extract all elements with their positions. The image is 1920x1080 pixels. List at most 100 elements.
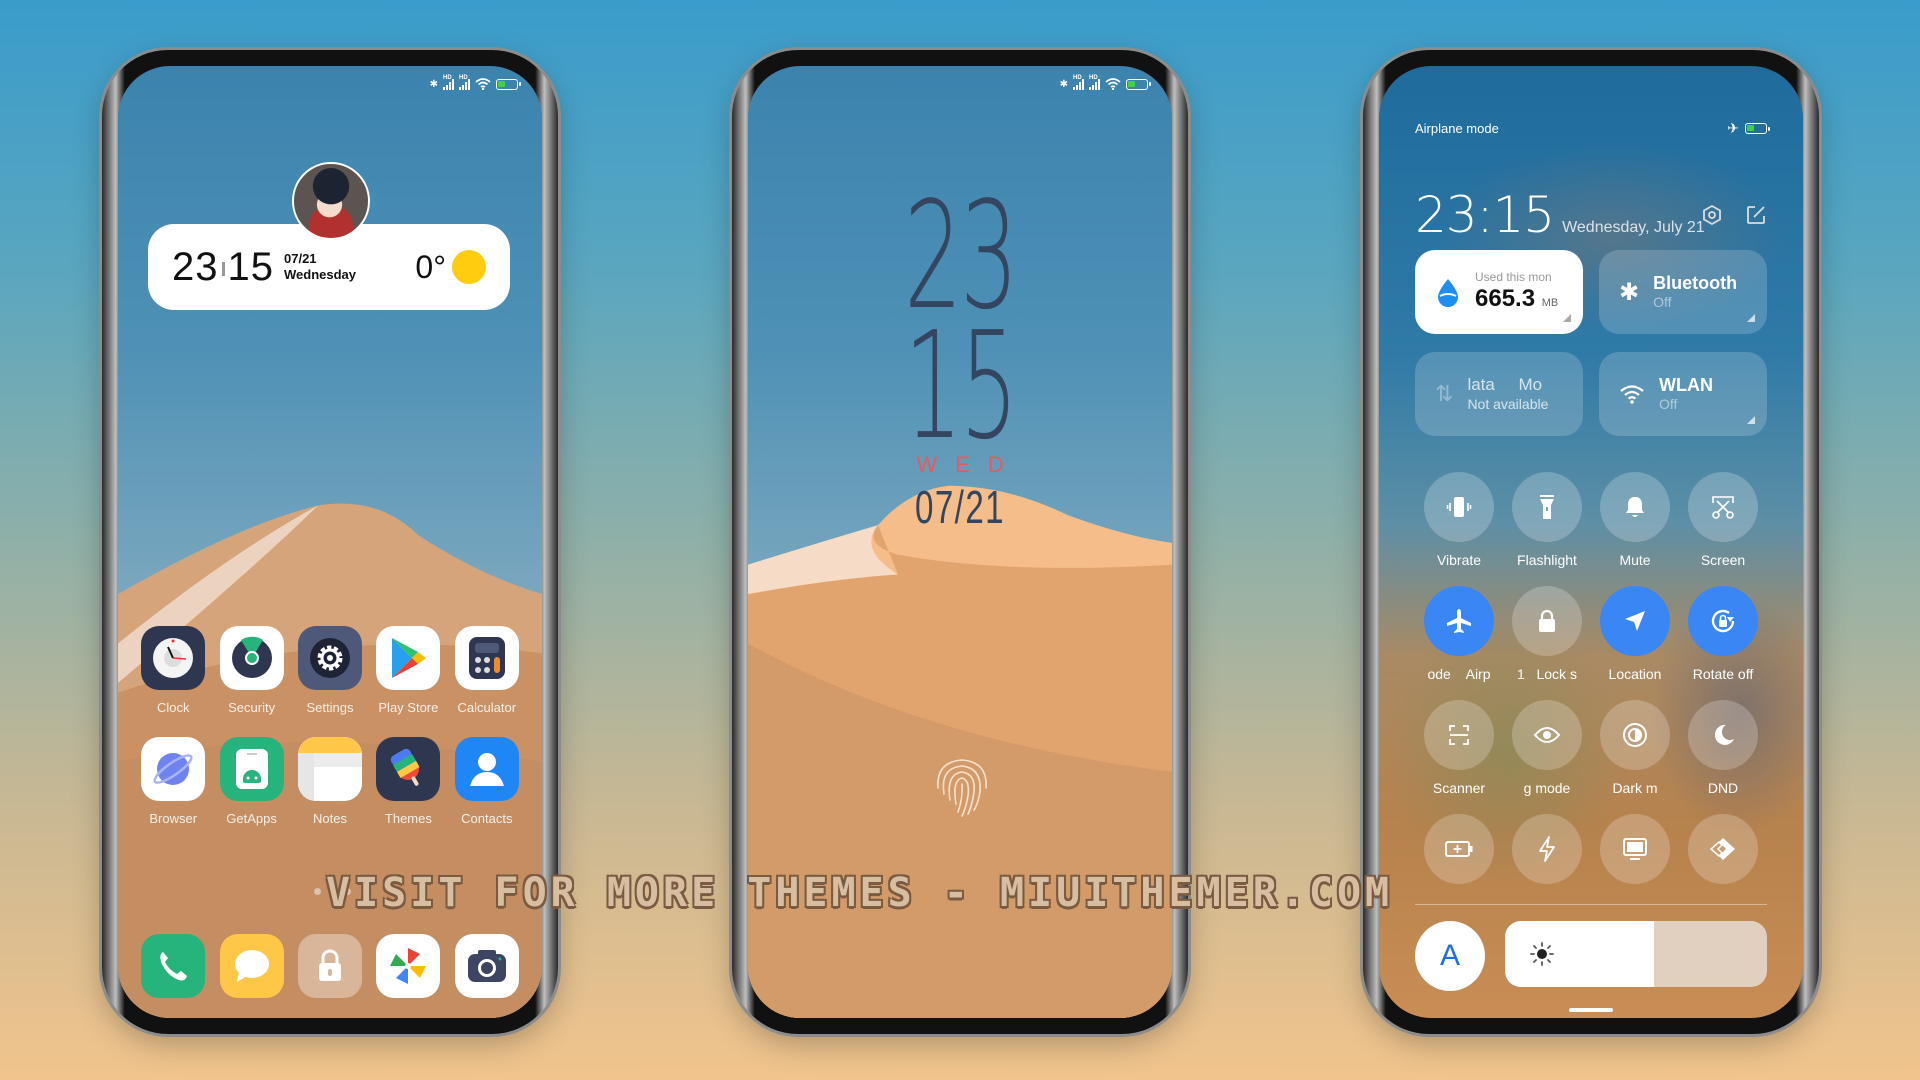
calculator-icon[interactable]: [454, 626, 519, 690]
toggle-label: Flashlight: [1517, 552, 1577, 568]
app-label: Themes: [384, 811, 432, 826]
watermark: VISIT FOR MORE THEMES - MIUITHEMER.COM: [326, 870, 1394, 916]
toggle-dark-mode[interactable]: Dark m: [1591, 700, 1679, 796]
toggle-bell[interactable]: Mute: [1591, 472, 1679, 568]
lightning-icon[interactable]: [1512, 814, 1582, 884]
screenshot-scissors-icon[interactable]: [1688, 472, 1758, 542]
toggle-flashlight[interactable]: Flashlight: [1503, 472, 1591, 568]
bell-icon[interactable]: [1600, 472, 1670, 542]
bluetooth-title: Bluetooth: [1653, 272, 1738, 293]
app-browser[interactable]: Browser: [134, 737, 212, 826]
gear-icon[interactable]: [297, 626, 362, 690]
toggle-scanner[interactable]: Scanner: [1415, 700, 1503, 796]
toggle-nearby-share[interactable]: [1679, 814, 1767, 910]
cc-time: 23:15: [1415, 186, 1555, 244]
contact-person-icon[interactable]: [454, 737, 519, 801]
toggle-screenshot-scissors[interactable]: Screen: [1679, 472, 1767, 568]
wlan-tile[interactable]: WLAN Off: [1599, 352, 1767, 436]
play-store-icon[interactable]: [376, 626, 441, 690]
app-notes[interactable]: Notes: [291, 737, 369, 826]
bluetooth-icon: ✱: [1619, 278, 1640, 306]
moon-icon[interactable]: [1688, 700, 1758, 770]
toggle-label: 1 Lock s: [1517, 666, 1577, 682]
brightness-slider[interactable]: [1505, 921, 1767, 987]
cast-screen-icon[interactable]: [1600, 814, 1670, 884]
airplane-icon[interactable]: [1424, 586, 1494, 656]
toggle-location-arrow[interactable]: Location: [1591, 586, 1679, 682]
cc-clock: 23:15 Wednesday, July 21: [1415, 186, 1705, 244]
app-security[interactable]: Security: [212, 626, 290, 715]
fingerprint-icon[interactable]: [932, 754, 992, 818]
cc-actions: [1701, 204, 1767, 226]
battery-saver-icon[interactable]: [1424, 814, 1494, 884]
toggle-moon[interactable]: DND: [1679, 700, 1767, 796]
expand-corner-icon[interactable]: [1747, 314, 1755, 322]
dark-mode-icon[interactable]: [1600, 700, 1670, 770]
mobile-data-tile[interactable]: ⇅ lata Mo Not available: [1415, 352, 1583, 436]
control-center-phone: Airplane mode ✈ 23:15 Wednesday, July 21…: [1363, 50, 1819, 1034]
bluetooth-icon: ✱: [429, 78, 438, 90]
app-clock[interactable]: Clock: [134, 626, 212, 715]
nearby-share-icon[interactable]: [1688, 814, 1758, 884]
toggle-airplane[interactable]: ode Airp: [1415, 586, 1503, 682]
settings-hex-icon[interactable]: [1701, 204, 1723, 226]
rotate-lock-icon[interactable]: [1688, 586, 1758, 656]
app-label: Play Store: [378, 700, 439, 715]
location-arrow-icon[interactable]: [1600, 586, 1670, 656]
popsicle-icon[interactable]: [376, 737, 441, 801]
expand-corner-icon[interactable]: [1747, 416, 1755, 424]
vibrate-icon[interactable]: [1424, 472, 1494, 542]
mobile-data-icon: ⇅: [1435, 381, 1454, 406]
home-indicator[interactable]: [1569, 1008, 1613, 1012]
sun-icon: [452, 250, 486, 284]
toggle-cast-screen[interactable]: [1591, 814, 1679, 910]
bluetooth-tile[interactable]: ✱ Bluetooth Off: [1599, 250, 1767, 334]
data-usage-value: 665.3 MB: [1475, 284, 1559, 312]
pinwheel-gallery-icon[interactable]: [376, 934, 441, 998]
data-usage-tile[interactable]: Used this mon 665.3 MB: [1415, 250, 1583, 334]
auto-brightness-button[interactable]: A: [1415, 921, 1485, 991]
app-themes[interactable]: Themes: [369, 737, 447, 826]
toggle-rotate-lock[interactable]: Rotate off: [1679, 586, 1767, 682]
toggle-label: ode Airp: [1427, 666, 1491, 682]
lock-icon[interactable]: [1512, 586, 1582, 656]
app-play-store[interactable]: Play Store: [369, 626, 447, 715]
edit-icon[interactable]: [1745, 204, 1767, 226]
toggle-lightning[interactable]: [1503, 814, 1591, 910]
phone-icon[interactable]: [141, 934, 206, 998]
toggle-vibrate[interactable]: Vibrate: [1415, 472, 1503, 568]
status-bar: ✱ HD HD: [429, 75, 521, 90]
app-calculator[interactable]: Calculator: [448, 626, 526, 715]
app-getapps[interactable]: GetApps: [212, 737, 290, 826]
message-icon[interactable]: [219, 934, 284, 998]
app-settings[interactable]: Settings: [291, 626, 369, 715]
app-contacts[interactable]: Contacts: [448, 737, 526, 826]
toggle-label: Location: [1608, 666, 1662, 682]
app-label: Settings: [306, 700, 354, 715]
toggle-battery-saver[interactable]: [1415, 814, 1503, 910]
toggle-lock[interactable]: 1 Lock s: [1503, 586, 1591, 682]
android-store-icon[interactable]: [219, 737, 284, 801]
wifi-icon: [1620, 385, 1644, 404]
widget-temperature: 0°: [415, 248, 446, 285]
toggle-label: Scanner: [1432, 780, 1486, 796]
camera-icon[interactable]: [454, 934, 519, 998]
toggle-eye[interactable]: g mode: [1503, 700, 1591, 796]
avatar[interactable]: [292, 162, 370, 240]
app-label: GetApps: [226, 811, 277, 826]
dock: [134, 934, 526, 998]
notes-icon[interactable]: [297, 737, 362, 801]
wifi-icon: [1105, 78, 1121, 90]
security-radar-icon[interactable]: [219, 626, 284, 690]
lock-icon[interactable]: [297, 934, 362, 998]
cc-status-bar: Airplane mode ✈: [1415, 120, 1770, 137]
status-bar: ✱ HD HD: [1060, 75, 1151, 90]
flashlight-icon[interactable]: [1512, 472, 1582, 542]
page-dot[interactable]: [314, 888, 321, 895]
eye-icon[interactable]: [1512, 700, 1582, 770]
planet-icon[interactable]: [141, 737, 206, 801]
wlan-title: WLAN: [1659, 374, 1713, 395]
clock-icon[interactable]: [141, 626, 206, 690]
toggle-label: Screen: [1700, 552, 1746, 568]
scanner-icon[interactable]: [1424, 700, 1494, 770]
